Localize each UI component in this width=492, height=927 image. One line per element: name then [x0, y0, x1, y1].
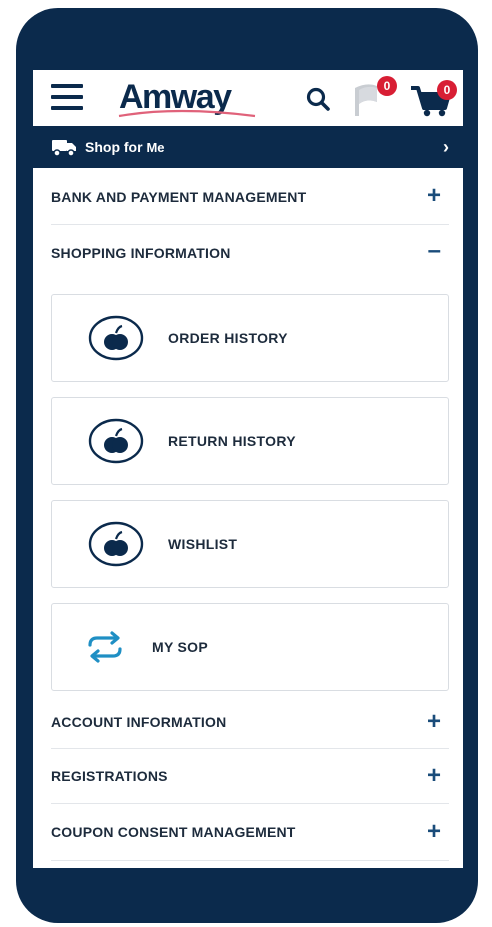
apple-icon: [88, 521, 144, 567]
menu-coupon-consent[interactable]: COUPON CONSENT MANAGEMENT +: [51, 804, 449, 861]
amway-logo[interactable]: Amway: [117, 76, 257, 122]
my-sop-label: MY SOP: [152, 639, 209, 655]
wishlist-label: WISHLIST: [168, 536, 238, 552]
menu-label: ACCOUNT INFORMATION: [51, 714, 227, 730]
expand-plus-icon[interactable]: +: [427, 710, 441, 734]
cart-icon[interactable]: 0: [409, 78, 459, 118]
chevron-right-icon: ›: [443, 137, 449, 157]
wishlist-count-badge: 0: [377, 76, 397, 96]
logo-swoosh-icon: [118, 109, 256, 118]
return-history-card[interactable]: RETURN HISTORY: [51, 397, 449, 485]
apple-icon: [88, 418, 144, 464]
wishlist-card[interactable]: WISHLIST: [51, 500, 449, 588]
order-history-label: ORDER HISTORY: [168, 330, 288, 346]
my-sop-card[interactable]: MY SOP: [51, 603, 449, 691]
menu-bank-payment[interactable]: BANK AND PAYMENT MANAGEMENT +: [51, 170, 449, 225]
menu-label: COUPON CONSENT MANAGEMENT: [51, 824, 296, 840]
return-history-label: RETURN HISTORY: [168, 433, 296, 449]
order-history-card[interactable]: ORDER HISTORY: [51, 294, 449, 382]
repeat-icon: [88, 631, 122, 663]
expand-plus-icon[interactable]: +: [427, 764, 441, 788]
expand-plus-icon[interactable]: +: [427, 184, 441, 208]
shop-for-me-text: Me: [146, 140, 165, 155]
app-screen: Amway 0 0 Shop for Me › BANK AND PAYMENT…: [33, 70, 463, 868]
menu-label: SHOPPING INFORMATION: [51, 245, 231, 261]
expand-plus-icon[interactable]: +: [427, 820, 441, 844]
wishlist-flag-icon[interactable]: 0: [353, 76, 397, 118]
menu-account-information[interactable]: ACCOUNT INFORMATION +: [51, 696, 449, 749]
menu-shopping-information[interactable]: SHOPPING INFORMATION –: [51, 225, 449, 281]
shop-for-label: Shop for Me: [85, 139, 165, 155]
search-icon[interactable]: [305, 86, 333, 114]
delivery-truck-icon: [52, 140, 76, 157]
menu-registrations[interactable]: REGISTRATIONS +: [51, 749, 449, 804]
top-header: Amway 0 0: [33, 70, 463, 126]
cart-count-badge: 0: [437, 80, 457, 100]
shop-for-me-bar[interactable]: Shop for Me ›: [33, 126, 463, 168]
collapse-minus-icon[interactable]: –: [428, 239, 441, 263]
menu-label: REGISTRATIONS: [51, 768, 168, 784]
menu-label: BANK AND PAYMENT MANAGEMENT: [51, 189, 307, 205]
apple-icon: [88, 315, 144, 361]
hamburger-menu-icon[interactable]: [51, 84, 83, 110]
shop-for-text: Shop for: [85, 139, 143, 155]
